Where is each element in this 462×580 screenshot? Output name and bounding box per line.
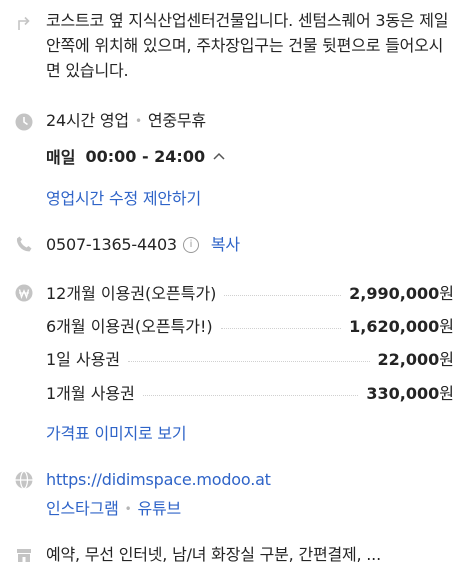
price-item-value: 330,000원 xyxy=(366,380,454,404)
globe-icon xyxy=(15,470,33,490)
price-item-unit: 원 xyxy=(439,284,454,303)
price-item: 1일 사용권 22,000원 xyxy=(46,346,454,370)
hours-day-label: 매일 xyxy=(46,148,76,167)
price-image-link[interactable]: 가격표 이미지로 보기 xyxy=(46,421,452,446)
price-item-value: 22,000원 xyxy=(378,346,454,370)
price-item-value: 1,620,000원 xyxy=(349,313,454,337)
directions-section: 코스트코 옆 지식산업센터건물입니다. 센텀스퀘어 3동은 제일 안쪽에 위치해… xyxy=(0,8,462,88)
price-item: 1개월 사용권 330,000원 xyxy=(46,380,454,404)
price-item-unit: 원 xyxy=(439,384,454,403)
info-icon[interactable]: i xyxy=(182,236,199,253)
price-leader-dots xyxy=(128,360,370,362)
price-item-unit: 원 xyxy=(439,350,454,369)
price-item-unit: 원 xyxy=(439,317,454,336)
price-item-name: 6개월 이용권(오픈특가!) xyxy=(46,317,213,336)
hours-status-line: 24시간 영업 • 연중무휴 xyxy=(46,108,452,134)
hours-holiday: 연중무휴 xyxy=(147,111,206,130)
clock-icon xyxy=(15,113,33,131)
social-links: 인스타그램 • 유튜브 xyxy=(46,496,452,522)
phone-number: 0507-1365-4403 xyxy=(46,235,177,254)
copy-phone-button[interactable]: 복사 xyxy=(211,232,240,257)
instagram-link[interactable]: 인스타그램 xyxy=(46,499,119,518)
price-item-value: 2,990,000원 xyxy=(349,280,454,304)
phone-section: 0507-1365-4403 i 복사 xyxy=(0,232,462,260)
price-item-name: 1일 사용권 xyxy=(46,350,121,369)
youtube-link[interactable]: 유튜브 xyxy=(138,499,182,518)
phone-line: 0507-1365-4403 i 복사 xyxy=(46,232,452,257)
price-item-amount: 22,000 xyxy=(377,350,440,369)
price-item-name: 1개월 사용권 xyxy=(46,384,135,403)
price-item: 6개월 이용권(오픈특가!) 1,620,000원 xyxy=(46,313,454,337)
website-section: https://didimspace.modoo.at 인스타그램 • 유튜브 xyxy=(0,467,462,527)
hours-section: 24시간 영업 • 연중무휴 매일 00:00 - 24:00 영업시간 수정 제안… xyxy=(0,108,462,218)
separator-dot: • xyxy=(124,502,132,516)
directions-turn-icon xyxy=(18,16,30,30)
price-item: 12개월 이용권(오픈특가) 2,990,000원 xyxy=(46,280,454,304)
price-leader-dots xyxy=(220,327,342,329)
price-item-name: 12개월 이용권(오픈특가) xyxy=(46,284,217,303)
price-section: 12개월 이용권(오픈특가) 2,990,000원 6개월 이용권(오픈특가!)… xyxy=(0,280,462,450)
price-item-amount: 1,620,000 xyxy=(349,317,440,336)
won-coin-icon xyxy=(15,284,33,302)
website-url-link[interactable]: https://didimspace.modoo.at xyxy=(46,467,452,492)
hours-toggle[interactable]: 매일 00:00 - 24:00 xyxy=(46,144,452,168)
hours-status: 24시간 영업 xyxy=(46,111,129,130)
suggest-hours-edit-link[interactable]: 영업시간 수정 제안하기 xyxy=(46,186,452,211)
price-item-amount: 2,990,000 xyxy=(349,284,440,303)
hours-time-range: 00:00 - 24:00 xyxy=(85,146,206,166)
chevron-up-icon xyxy=(213,152,225,160)
directions-text: 코스트코 옆 지식산업센터건물입니다. 센텀스퀘어 3동은 제일 안쪽에 위치해… xyxy=(46,11,449,80)
separator-dot: • xyxy=(134,114,142,128)
price-leader-dots xyxy=(142,394,359,396)
amenities-section[interactable]: 예약, 무선 인터넷, 남/녀 화장실 구분, 간편결제, ... xyxy=(0,542,462,572)
price-leader-dots xyxy=(224,294,342,296)
price-item-amount: 330,000 xyxy=(366,384,440,403)
phone-icon xyxy=(16,236,32,252)
store-icon xyxy=(17,549,31,562)
amenities-text: 예약, 무선 인터넷, 남/녀 화장실 구분, 간편결제, ... xyxy=(46,545,381,564)
